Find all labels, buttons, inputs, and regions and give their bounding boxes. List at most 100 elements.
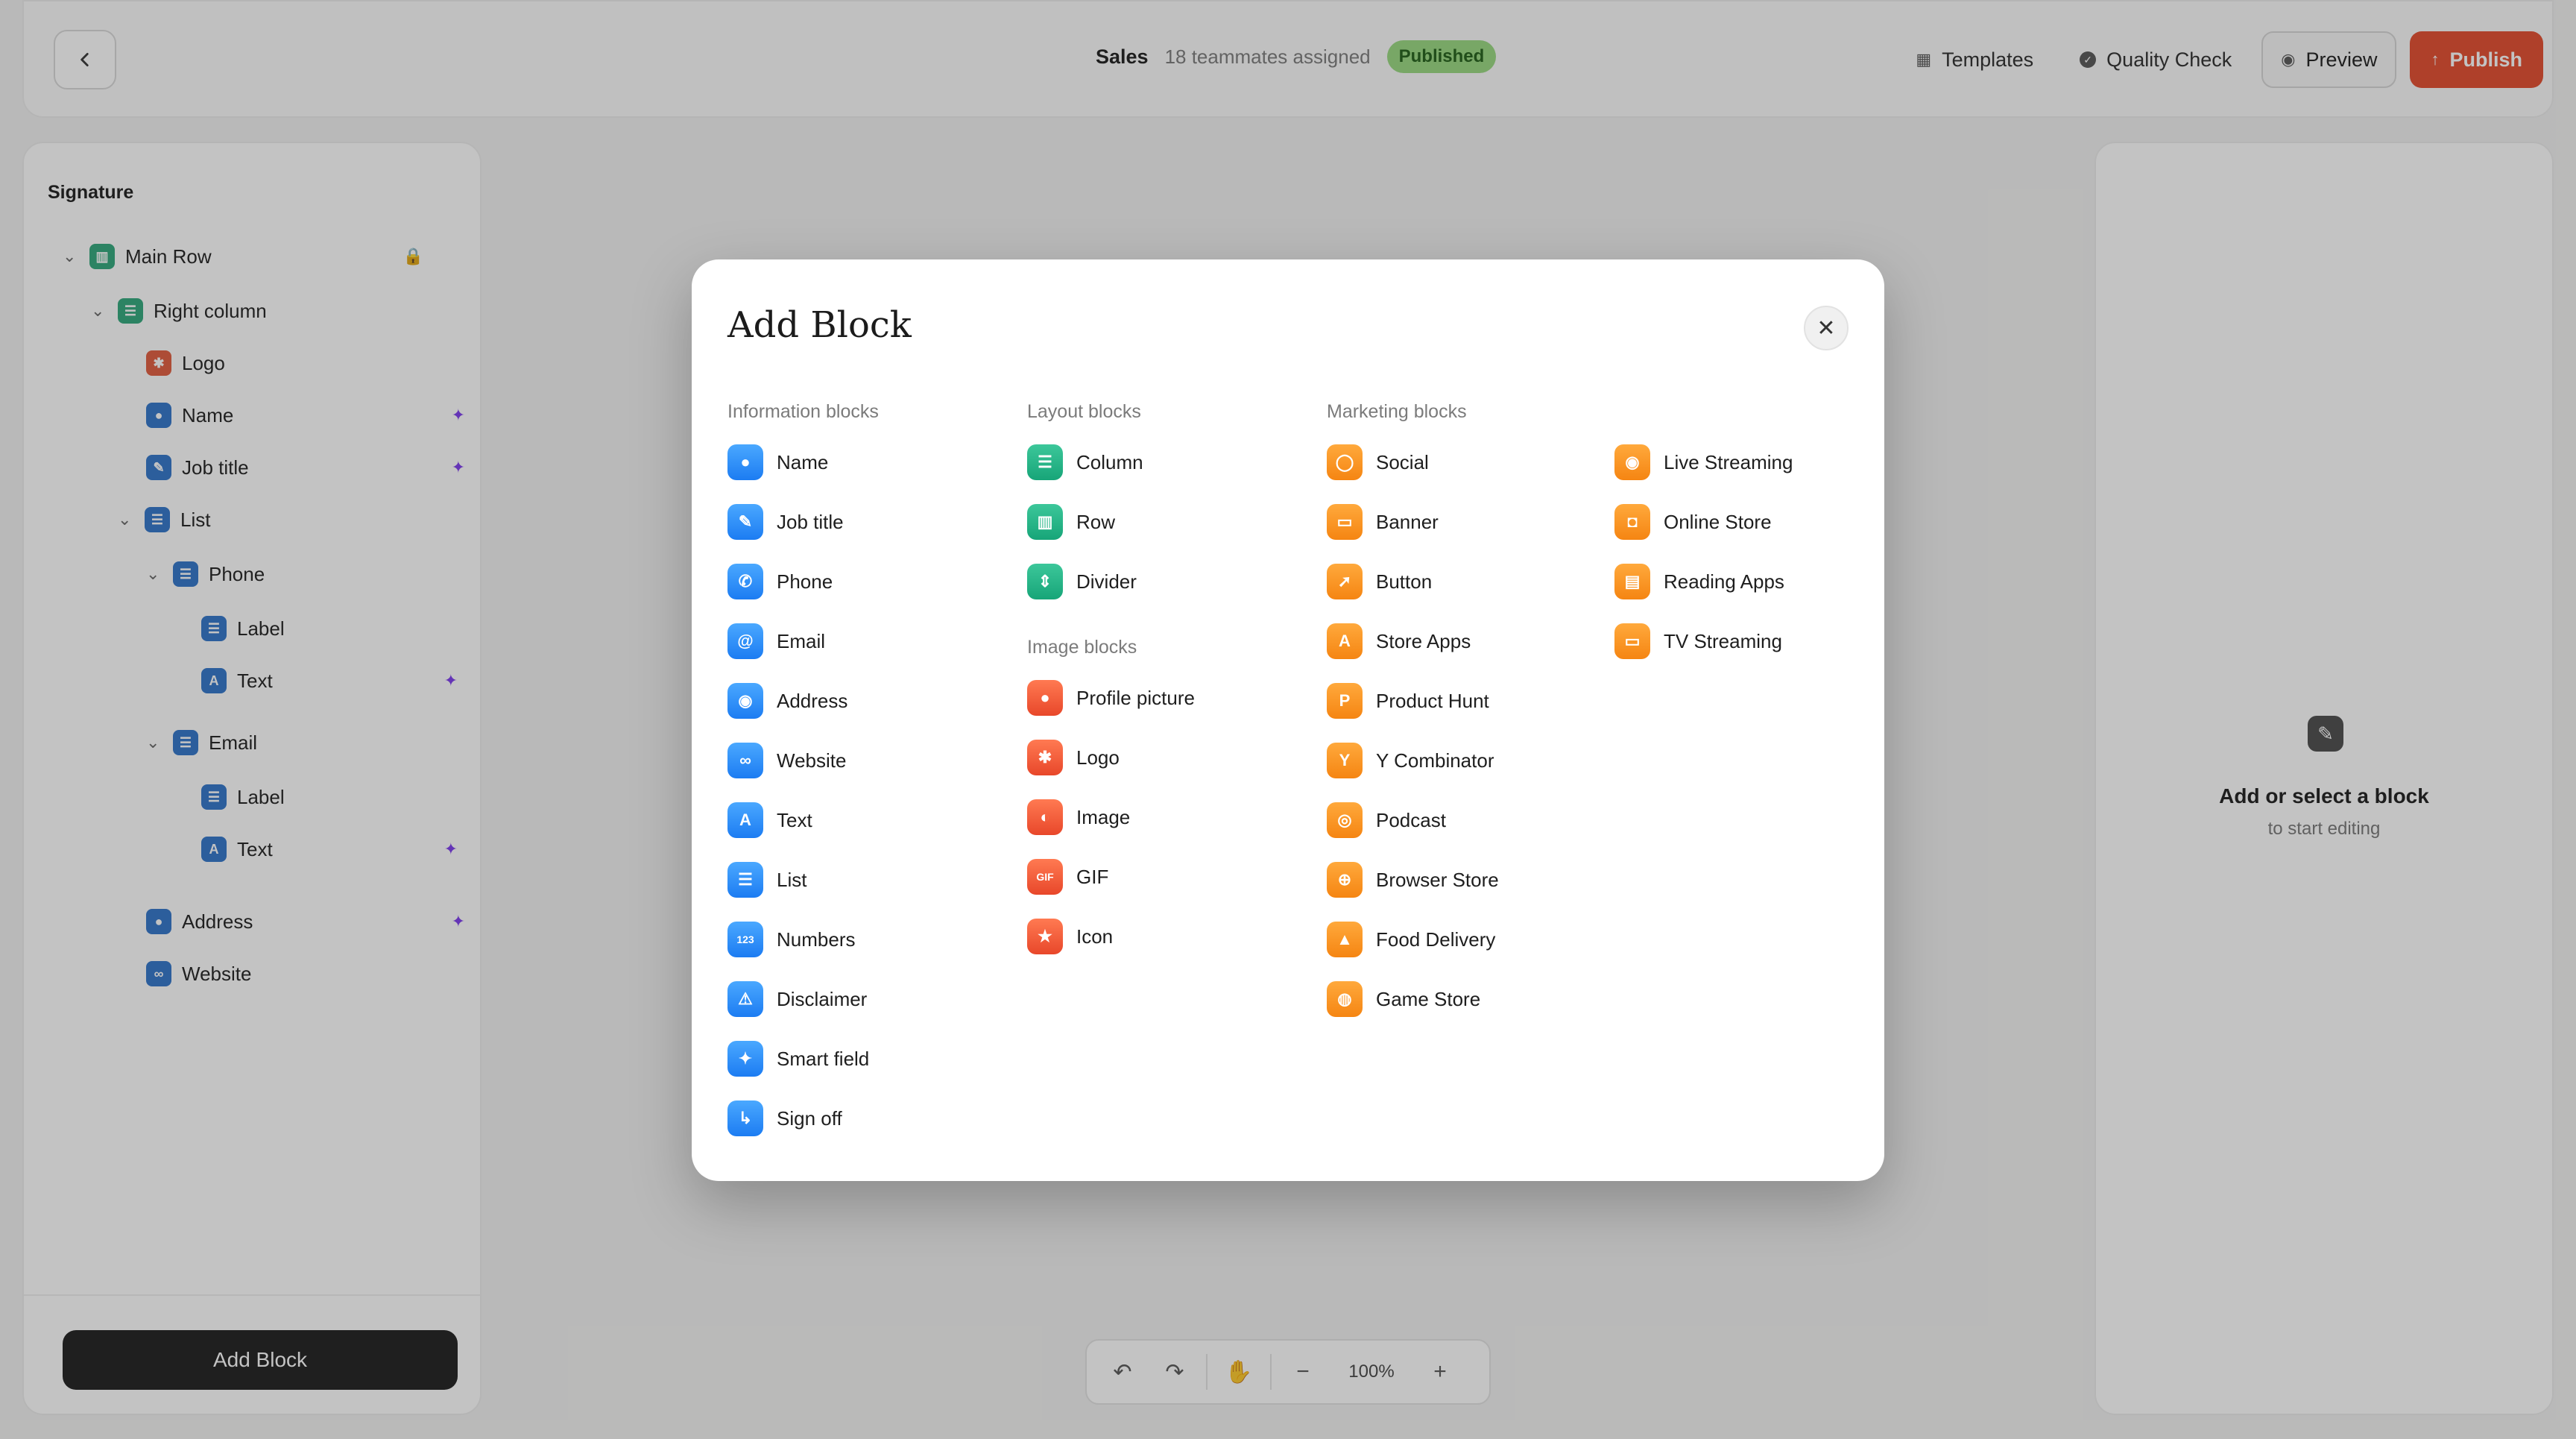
close-icon: ✕ xyxy=(1816,315,1836,341)
sign-off-icon: ↳ xyxy=(727,1100,763,1136)
block-sign-off[interactable]: ↳ Sign off xyxy=(727,1089,1011,1148)
block-job-title[interactable]: ✎ Job title xyxy=(727,492,1011,552)
section-heading-spacer xyxy=(1614,391,1853,432)
block-numbers[interactable]: 123 Numbers xyxy=(727,910,1011,969)
profile-picture-icon: ● xyxy=(1027,680,1063,716)
product-hunt-icon: P xyxy=(1327,683,1363,719)
close-button[interactable]: ✕ xyxy=(1804,306,1849,350)
block-label: Email xyxy=(777,629,826,652)
block-label: Button xyxy=(1376,570,1433,593)
block-phone[interactable]: ✆ Phone xyxy=(727,552,1011,611)
block-label: Column xyxy=(1076,450,1143,473)
block-image[interactable]: ◐ Image xyxy=(1027,787,1310,847)
block-tv-streaming[interactable]: ▭ TV Streaming xyxy=(1614,611,1853,671)
block-food-delivery[interactable]: ▲ Food Delivery xyxy=(1327,910,1610,969)
divider-icon: ⇕ xyxy=(1027,564,1063,599)
podcast-icon: ◎ xyxy=(1327,802,1363,838)
numbers-icon: 123 xyxy=(727,922,763,957)
block-label: Live Streaming xyxy=(1664,450,1793,473)
block-disclaimer[interactable]: ⚠ Disclaimer xyxy=(727,969,1011,1029)
block-label: Smart field xyxy=(777,1047,870,1070)
block-website[interactable]: ∞ Website xyxy=(727,731,1011,790)
app-shell: Sales 18 teammates assigned Published ▦ … xyxy=(0,0,2576,1439)
dialog-title: Add Block xyxy=(727,304,912,346)
row-icon: ▥ xyxy=(1027,504,1063,540)
block-text[interactable]: A Text xyxy=(727,790,1011,850)
information-blocks: Information blocks ● Name ✎ Job title ✆ Pho… xyxy=(727,391,1011,1148)
block-logo[interactable]: ✱ Logo xyxy=(1027,728,1310,787)
block-label: Logo xyxy=(1076,746,1120,769)
marketing-blocks: Marketing blocks ◯ Social ▭ Banner ➚ Button… xyxy=(1327,391,1610,1029)
block-label: Row xyxy=(1076,510,1116,533)
shopping-bag-icon: ◘ xyxy=(1614,504,1650,540)
block-label: Sign off xyxy=(777,1106,842,1130)
block-smart-field[interactable]: ✦ Smart field xyxy=(727,1029,1011,1089)
broadcast-icon: ◉ xyxy=(1614,444,1650,480)
add-block-dialog: Add Block ✕ Information blocks ● Name ✎ Jo… xyxy=(692,259,1884,1181)
y-combinator-icon: Y xyxy=(1327,743,1363,778)
disclaimer-icon: ⚠ xyxy=(727,981,763,1017)
tv-icon: ▭ xyxy=(1614,623,1650,659)
column-icon: ☰ xyxy=(1027,444,1063,480)
image-icon: ◐ xyxy=(1027,799,1063,835)
block-button[interactable]: ➚ Button xyxy=(1327,552,1610,611)
marketing-blocks-more: ◉ Live Streaming ◘ Online Store ▤ Reading A… xyxy=(1614,391,1853,671)
logo-icon: ✱ xyxy=(1027,740,1063,775)
gamepad-icon: ◍ xyxy=(1327,981,1363,1017)
block-label: Banner xyxy=(1376,510,1439,533)
block-label: Online Store xyxy=(1664,510,1772,533)
block-label: Phone xyxy=(777,570,833,593)
block-label: Game Store xyxy=(1376,987,1481,1010)
social-icon: ◯ xyxy=(1327,444,1363,480)
block-address[interactable]: ◉ Address xyxy=(727,671,1011,731)
block-divider[interactable]: ⇕ Divider xyxy=(1027,552,1310,611)
block-label: Address xyxy=(777,689,848,712)
phone-icon: ✆ xyxy=(727,564,763,599)
block-label: Y Combinator xyxy=(1376,749,1494,772)
block-name[interactable]: ● Name xyxy=(727,432,1011,492)
block-email[interactable]: @ Email xyxy=(727,611,1011,671)
food-delivery-icon: ▲ xyxy=(1327,922,1363,957)
book-icon: ▤ xyxy=(1614,564,1650,599)
block-profile-picture[interactable]: ● Profile picture xyxy=(1027,668,1310,728)
pencil-icon: ✎ xyxy=(727,504,763,540)
text-icon: A xyxy=(727,802,763,838)
block-game-store[interactable]: ◍ Game Store xyxy=(1327,969,1610,1029)
block-store-apps[interactable]: A Store Apps xyxy=(1327,611,1610,671)
block-label: Profile picture xyxy=(1076,686,1195,709)
block-column[interactable]: ☰ Column xyxy=(1027,432,1310,492)
block-live-streaming[interactable]: ◉ Live Streaming xyxy=(1614,432,1853,492)
block-label: GIF xyxy=(1076,865,1109,888)
block-social[interactable]: ◯ Social xyxy=(1327,432,1610,492)
section-heading: Marketing blocks xyxy=(1327,400,1467,422)
block-y-combinator[interactable]: Y Y Combinator xyxy=(1327,731,1610,790)
block-label: Podcast xyxy=(1376,808,1446,831)
block-label: Browser Store xyxy=(1376,868,1499,891)
block-label: Text xyxy=(777,808,812,831)
block-label: Name xyxy=(777,450,829,473)
block-label: TV Streaming xyxy=(1664,629,1782,652)
person-icon: ● xyxy=(727,444,763,480)
block-product-hunt[interactable]: P Product Hunt xyxy=(1327,671,1610,731)
block-label: Product Hunt xyxy=(1376,689,1489,712)
block-label: Divider xyxy=(1076,570,1137,593)
block-label: Store Apps xyxy=(1376,629,1471,652)
block-list[interactable]: ☰ List xyxy=(727,850,1011,910)
block-label: Job title xyxy=(777,510,844,533)
star-icon: ★ xyxy=(1027,919,1063,954)
browser-icon: ⊕ xyxy=(1327,862,1363,898)
list-icon: ☰ xyxy=(727,862,763,898)
block-banner[interactable]: ▭ Banner xyxy=(1327,492,1610,552)
block-icon[interactable]: ★ Icon xyxy=(1027,907,1310,966)
block-label: Disclaimer xyxy=(777,987,868,1010)
section-heading: Information blocks xyxy=(727,400,879,422)
block-reading-apps[interactable]: ▤ Reading Apps xyxy=(1614,552,1853,611)
block-podcast[interactable]: ◎ Podcast xyxy=(1327,790,1610,850)
block-online-store[interactable]: ◘ Online Store xyxy=(1614,492,1853,552)
block-browser-store[interactable]: ⊕ Browser Store xyxy=(1327,850,1610,910)
app-store-icon: A xyxy=(1327,623,1363,659)
smart-field-icon: ✦ xyxy=(727,1041,763,1077)
block-row[interactable]: ▥ Row xyxy=(1027,492,1310,552)
block-gif[interactable]: GIF GIF xyxy=(1027,847,1310,907)
